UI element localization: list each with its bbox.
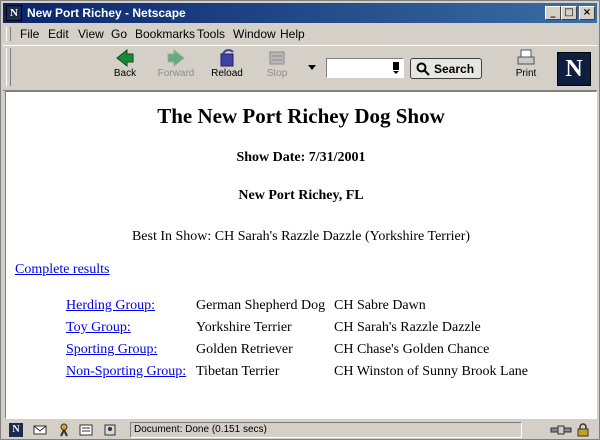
non-sporting-breed: Tibetan Terrier <box>196 364 280 379</box>
menu-edit[interactable]: Edit <box>48 27 69 41</box>
menu-bookmarks[interactable]: Bookmarks <box>135 27 195 41</box>
herding-winner: CH Sabre Dawn <box>334 298 426 313</box>
back-label: Back <box>113 68 137 79</box>
search-button[interactable]: Search <box>410 58 482 79</box>
print-button[interactable]: Print <box>506 46 546 88</box>
back-button[interactable]: Back <box>100 46 150 88</box>
composer-icon[interactable] <box>79 423 93 437</box>
sporting-winner: CH Chase's Golden Chance <box>334 342 490 357</box>
menu-file[interactable]: File <box>20 27 39 41</box>
page-content: The New Port Richey Dog Show Show Date: … <box>5 91 597 419</box>
netscape-logo-letter: N <box>565 56 583 82</box>
stop-button[interactable]: Stop <box>252 46 302 88</box>
close-button[interactable]: × <box>579 6 595 20</box>
address-book-icon[interactable] <box>103 423 117 437</box>
page-heading: The New Port Richey Dog Show <box>157 104 445 128</box>
toy-group-link[interactable]: Toy Group: <box>66 320 131 336</box>
toy-winner: CH Sarah's Razzle Dazzle <box>334 320 481 335</box>
forward-arrow-icon <box>167 48 185 68</box>
menubar-grip[interactable] <box>6 27 11 41</box>
netscape-logo[interactable]: N <box>557 52 591 86</box>
show-location: New Port Richey, FL <box>238 188 364 203</box>
stop-icon <box>269 51 285 65</box>
non-sporting-winner: CH Winston of Sunny Brook Lane <box>334 364 529 379</box>
mail-icon[interactable] <box>33 423 47 437</box>
netscape-app-icon[interactable]: N <box>6 5 22 21</box>
reload-icon <box>220 49 234 67</box>
print-label: Print <box>515 68 537 79</box>
non-sporting-group-link[interactable]: Non-Sporting Group: <box>66 364 186 380</box>
netscape-status-icon[interactable]: N <box>9 423 23 437</box>
sporting-group-link[interactable]: Sporting Group: <box>66 342 157 358</box>
security-lock-icon[interactable] <box>576 423 590 437</box>
menu-go[interactable]: Go <box>111 27 127 41</box>
navigation-toolbar: Back Forward Reload Stop Search Print N <box>3 45 597 91</box>
show-date: Show Date: 7/31/2001 <box>236 150 366 165</box>
sporting-breed: Golden Retriever <box>196 342 293 357</box>
complete-results-link[interactable]: Complete results <box>15 262 110 278</box>
status-text: Document: Done (0.151 secs) <box>130 422 522 438</box>
reload-label: Reload <box>211 68 243 79</box>
forward-label: Forward <box>157 68 195 79</box>
maximize-button[interactable]: □ <box>561 6 577 20</box>
toolbar-dropdown-icon[interactable] <box>308 65 316 71</box>
title-bar: N New Port Richey - Netscape _ □ × <box>3 3 597 23</box>
menu-window[interactable]: Window <box>233 27 276 41</box>
herding-group-link[interactable]: Herding Group: <box>66 298 155 314</box>
toy-breed: Yorkshire Terrier <box>196 320 292 335</box>
minimize-button[interactable]: _ <box>545 6 561 20</box>
magnifier-icon <box>416 62 430 76</box>
search-history-icon[interactable] <box>392 61 400 75</box>
print-icon <box>517 49 535 65</box>
menu-tools[interactable]: Tools <box>197 27 225 41</box>
herding-breed: German Shepherd Dog <box>196 298 326 313</box>
back-arrow-icon <box>116 48 134 68</box>
online-status-icon[interactable] <box>550 423 572 437</box>
best-in-show: Best In Show: CH Sarah's Razzle Dazzle (… <box>131 229 471 244</box>
menu-view[interactable]: View <box>78 27 104 41</box>
menu-bar: File Edit View Go Bookmarks Tools Window… <box>3 25 597 43</box>
window-title: New Port Richey - Netscape <box>27 6 186 20</box>
menu-help[interactable]: Help <box>280 27 305 41</box>
forward-button[interactable]: Forward <box>151 46 201 88</box>
toolbar-grip[interactable] <box>6 48 11 86</box>
browser-window: N New Port Richey - Netscape _ □ × File … <box>0 0 600 440</box>
status-bar: N Document: Done (0.151 secs) <box>3 421 597 439</box>
instant-messenger-icon[interactable] <box>57 423 71 437</box>
reload-button[interactable]: Reload <box>202 46 252 88</box>
stop-label: Stop <box>266 68 288 79</box>
search-button-label: Search <box>434 62 475 76</box>
